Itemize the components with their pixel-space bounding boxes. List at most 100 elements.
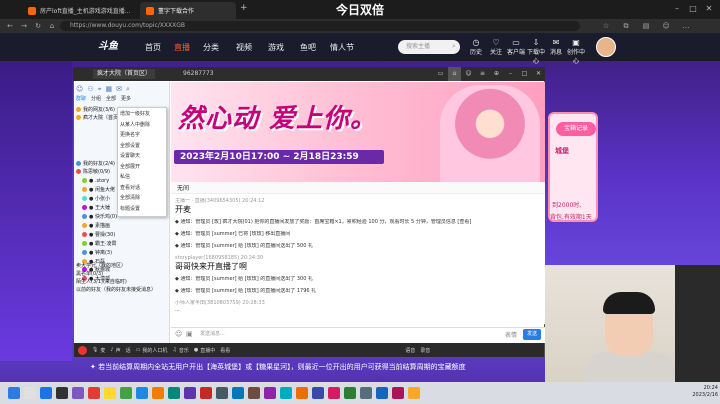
- follow-icon[interactable]: ♡ 关注: [486, 38, 506, 56]
- app-icon[interactable]: [72, 387, 84, 399]
- toolbar-my-room[interactable]: ▭ 我的人口机: [136, 347, 168, 354]
- app-icon[interactable]: [184, 387, 196, 399]
- toolbar-music[interactable]: ♫ 音乐: [172, 347, 189, 354]
- taskbar-clock[interactable]: 20:24 2023/2/16: [680, 385, 718, 399]
- message-icon[interactable]: ✉ 消息: [546, 38, 566, 56]
- context-menu-item[interactable]: 从某人中删除: [120, 121, 164, 130]
- context-menu-item[interactable]: 增加一级好友: [120, 110, 164, 119]
- settings-icon[interactable]: …: [680, 21, 692, 31]
- toolbar-speaker[interactable]: ♪ 声: [110, 347, 120, 354]
- search-icon[interactable]: [24, 387, 36, 399]
- app-icon[interactable]: [408, 387, 420, 399]
- minimize-icon[interactable]: –: [504, 67, 517, 81]
- location-icon[interactable]: ⌖: [98, 85, 102, 93]
- contact-group[interactable]: 黑名单(0/3): [76, 270, 170, 278]
- app-icon[interactable]: [312, 387, 324, 399]
- app-icon[interactable]: [200, 387, 212, 399]
- app-icon[interactable]: [360, 387, 372, 399]
- toolbar-mic[interactable]: 🎙 麦: [92, 347, 105, 354]
- group-icon[interactable]: ⚇: [87, 85, 93, 93]
- collections-icon[interactable]: ▤: [640, 21, 652, 31]
- record-icon[interactable]: [78, 345, 87, 355]
- home-icon[interactable]: ⌂: [46, 21, 58, 31]
- context-menu-item[interactable]: 查看对话: [120, 184, 164, 193]
- tab-group-chat[interactable]: 群聊: [76, 95, 86, 103]
- context-menu-item[interactable]: 设置聊天: [120, 152, 164, 161]
- contact-item[interactable]: ● 钟离(3): [82, 249, 176, 257]
- app-icon[interactable]: ▭ 客户端: [506, 38, 526, 56]
- nav-video[interactable]: 视频: [236, 42, 252, 53]
- terminal-icon[interactable]: [56, 387, 68, 399]
- history-icon[interactable]: ◷ 历史: [466, 38, 486, 56]
- send-button[interactable]: 发送: [523, 329, 541, 340]
- app-icon[interactable]: [216, 387, 228, 399]
- close-icon[interactable]: ✕: [702, 2, 716, 16]
- app-icon[interactable]: [328, 387, 340, 399]
- toolbar-watch[interactable]: 看看: [220, 347, 230, 354]
- treasure-record-button[interactable]: 宝箱记录: [556, 122, 596, 136]
- tab-group[interactable]: 分组: [91, 95, 101, 103]
- app-icon[interactable]: [136, 387, 148, 399]
- context-menu-item[interactable]: 私信: [120, 173, 164, 182]
- app-icon[interactable]: [248, 387, 260, 399]
- app-icon[interactable]: [264, 387, 276, 399]
- download-icon[interactable]: ⇩ 下载中心: [526, 38, 546, 65]
- app-icon[interactable]: [296, 387, 308, 399]
- reload-icon[interactable]: ↻: [32, 21, 44, 31]
- avatar[interactable]: [596, 37, 616, 57]
- context-menu-item[interactable]: 全部展开: [120, 163, 164, 172]
- browser-icon[interactable]: [40, 387, 52, 399]
- forward-icon[interactable]: →: [18, 21, 30, 31]
- home-icon[interactable]: ⌂: [448, 67, 461, 81]
- creator-icon[interactable]: ▣ 创作中心: [566, 38, 586, 65]
- nav-live[interactable]: 直播: [174, 42, 190, 53]
- site-logo[interactable]: 斗鱼: [98, 37, 136, 57]
- nav-category[interactable]: 分类: [203, 42, 219, 53]
- context-menu-item[interactable]: 全部设置: [120, 142, 164, 151]
- browser-tab-active[interactable]: 董字下载合作: [140, 2, 236, 19]
- app-icon[interactable]: [280, 387, 292, 399]
- user-icon[interactable]: ☺: [462, 67, 475, 81]
- tab-all[interactable]: 全部: [106, 95, 116, 103]
- mail-icon[interactable]: ✉: [116, 85, 122, 93]
- nav-home[interactable]: 首页: [145, 42, 161, 53]
- context-menu-item[interactable]: 标题设置: [120, 205, 164, 214]
- app-icon[interactable]: [392, 387, 404, 399]
- toolbar-voice[interactable]: 语音: [405, 347, 415, 354]
- tab-more[interactable]: 更多: [121, 95, 131, 103]
- nav-yuba[interactable]: 鱼吧: [300, 42, 316, 53]
- contact-item[interactable]: ● 曹操(30): [82, 231, 176, 239]
- extensions-icon[interactable]: ⧉: [620, 21, 632, 31]
- search-icon[interactable]: ⌕: [452, 42, 456, 51]
- minimize-icon[interactable]: –: [670, 2, 684, 16]
- folder-icon[interactable]: [104, 387, 116, 399]
- nav-valentine[interactable]: 情人节: [330, 42, 354, 53]
- app-icon[interactable]: [168, 387, 180, 399]
- message-input[interactable]: 发送消息...: [200, 329, 500, 340]
- context-menu-item[interactable]: 更换名字: [120, 131, 164, 140]
- contact-group[interactable]: 以前的好友（我的好友未接受消息）: [76, 286, 170, 294]
- toolbar-record[interactable]: 录音: [420, 347, 430, 354]
- app-icon[interactable]: [232, 387, 244, 399]
- favorites-icon[interactable]: ☆: [600, 21, 612, 31]
- url-input[interactable]: https://www.douyu.com/topic/XXXXGB: [60, 21, 580, 31]
- app-icon[interactable]: [152, 387, 164, 399]
- search-icon[interactable]: ⌕: [126, 85, 130, 93]
- user-icon[interactable]: ☺: [76, 85, 83, 93]
- contact-item[interactable]: ● 素描画: [82, 222, 176, 230]
- contact-item[interactable]: ● 霸王·凌霄: [82, 240, 176, 248]
- calendar-icon[interactable]: ▦: [106, 85, 113, 93]
- app-icon[interactable]: [344, 387, 356, 399]
- back-icon[interactable]: ←: [4, 21, 16, 31]
- app-icon[interactable]: [376, 387, 388, 399]
- screen-icon[interactable]: ▭: [434, 67, 447, 81]
- emoji-icon[interactable]: ☺: [175, 330, 185, 340]
- contact-group[interactable]: 卖大学兄（我的地区）: [76, 262, 170, 270]
- nav-game[interactable]: 游戏: [268, 42, 284, 53]
- pin-icon[interactable]: ⊕: [490, 67, 503, 81]
- profile-icon[interactable]: ☺: [660, 21, 672, 31]
- image-icon[interactable]: ▣: [186, 330, 196, 340]
- start-icon[interactable]: [8, 387, 20, 399]
- search-input[interactable]: 搜索主播: [398, 40, 460, 54]
- maximize-icon[interactable]: □: [518, 67, 531, 81]
